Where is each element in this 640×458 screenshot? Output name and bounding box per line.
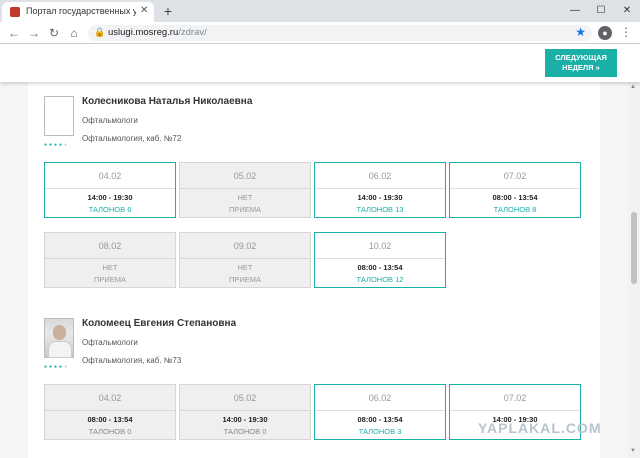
slot-tickets: ТАЛОНОВ 13 xyxy=(356,205,404,214)
doctor-photo xyxy=(44,318,74,358)
slot-time: 14:00 - 19:30 xyxy=(222,415,268,424)
new-tab-button[interactable]: + xyxy=(160,3,176,19)
rating-stars-icon: ●●●●● xyxy=(44,142,70,148)
watermark: YAPLAKAL.COM xyxy=(478,420,602,436)
bookmark-star-icon[interactable]: ★ xyxy=(575,25,586,39)
doctor-specialty: Офтальмологи xyxy=(82,116,138,125)
browser-menu-icon[interactable]: ⋮ xyxy=(620,25,632,39)
profile-avatar-icon[interactable]: ● xyxy=(598,26,612,40)
slot-no-reception: НЕТ xyxy=(102,263,118,272)
slot-date: 06.02 xyxy=(315,385,445,411)
slot-tickets: ТАЛОНОВ 12 xyxy=(356,275,404,284)
slot-tickets: ТАЛОНОВ 3 xyxy=(358,427,402,436)
slot-date: 07.02 xyxy=(450,163,580,189)
page-background: Колесникова Наталья Николаевна Офтальмол… xyxy=(0,82,628,458)
doctor-name[interactable]: Коломеец Евгения Степановна xyxy=(82,318,236,329)
home-icon[interactable]: ⌂ xyxy=(66,25,82,41)
slot-d1-0602[interactable]: 06.02 14:00 - 19:30 ТАЛОНОВ 13 xyxy=(314,162,446,218)
slot-no-reception: ПРИЕМА xyxy=(228,205,262,214)
back-icon[interactable]: ← xyxy=(6,25,22,41)
scroll-up-icon[interactable]: ▲ xyxy=(630,84,636,90)
address-bar: ← → ↻ ⌂ 🔒 uslugi.mosreg.ru/zdrav/ ★ ● ⋮ xyxy=(0,22,640,44)
tab-bar: Портал государственных услуг ✕ + — ☐ ✕ xyxy=(0,0,640,22)
slot-tickets: ТАЛОНОВ 6 xyxy=(88,205,132,214)
browser-tab[interactable]: Портал государственных услуг ✕ xyxy=(2,2,154,22)
slot-tickets: ТАЛОНОВ 0 xyxy=(223,427,267,436)
slot-d1-0902: 09.02 НЕТ ПРИЕМА xyxy=(179,232,311,288)
slot-no-reception: НЕТ xyxy=(237,263,253,272)
slot-date: 05.02 xyxy=(180,163,310,189)
slot-d1-1002[interactable]: 10.02 08:00 - 13:54 ТАЛОНОВ 12 xyxy=(314,232,446,288)
doctor-room: Офтальмология, каб. №72 xyxy=(82,134,182,143)
next-week-button[interactable]: СЛЕДУЮЩАЯ НЕДЕЛЯ » xyxy=(545,49,617,77)
scroll-down-icon[interactable]: ▼ xyxy=(630,448,636,454)
site-favicon-icon xyxy=(10,7,20,17)
url-path: /zdrav/ xyxy=(178,27,207,38)
minimize-button[interactable]: — xyxy=(562,0,588,22)
slot-date: 08.02 xyxy=(45,233,175,259)
reload-icon[interactable]: ↻ xyxy=(46,25,62,41)
page-scrollbar[interactable]: ▲ ▼ xyxy=(628,44,640,458)
slot-time: 08:00 - 13:54 xyxy=(357,263,403,272)
slot-d1-0402[interactable]: 04.02 14:00 - 19:30 ТАЛОНОВ 6 xyxy=(44,162,176,218)
scroll-thumb[interactable] xyxy=(631,212,637,284)
doctor-room: Офтальмология, каб. №73 xyxy=(82,356,182,365)
slot-time: 14:00 - 19:30 xyxy=(357,193,403,202)
forward-icon[interactable]: → xyxy=(26,25,42,41)
maximize-button[interactable]: ☐ xyxy=(588,0,614,22)
slot-date: 10.02 xyxy=(315,233,445,259)
slot-d2-0402: 04.02 08:00 - 13:54 ТАЛОНОВ 0 xyxy=(44,384,176,440)
photo-coat xyxy=(48,341,72,358)
slot-tickets: ТАЛОНОВ 0 xyxy=(88,427,132,436)
slot-date: 05.02 xyxy=(180,385,310,411)
slot-date: 09.02 xyxy=(180,233,310,259)
url-host: uslugi.mosreg.ru xyxy=(108,27,179,38)
slot-d1-0802: 08.02 НЕТ ПРИЕМА xyxy=(44,232,176,288)
slot-time: 14:00 - 19:30 xyxy=(87,193,133,202)
doctor-specialty: Офтальмологи xyxy=(82,338,138,347)
slot-date: 04.02 xyxy=(45,385,175,411)
slot-no-reception: ПРИЕМА xyxy=(93,275,127,284)
lock-icon: 🔒 xyxy=(94,27,106,37)
next-week-label-2: НЕДЕЛЯ » xyxy=(562,63,600,72)
photo-face xyxy=(53,325,66,340)
slot-date: 06.02 xyxy=(315,163,445,189)
slot-time: 08:00 - 13:54 xyxy=(87,415,133,424)
slot-no-reception: ПРИЕМА xyxy=(228,275,262,284)
schedule-header: СЛЕДУЮЩАЯ НЕДЕЛЯ » xyxy=(0,44,640,82)
slot-time: 08:00 - 13:54 xyxy=(357,415,403,424)
window-controls: — ☐ ✕ xyxy=(562,0,640,22)
next-week-label-1: СЛЕДУЮЩАЯ xyxy=(555,53,607,62)
tab-close-icon[interactable]: ✕ xyxy=(140,5,148,17)
slot-d2-0502: 05.02 14:00 - 19:30 ТАЛОНОВ 0 xyxy=(179,384,311,440)
slot-date: 04.02 xyxy=(45,163,175,189)
url-input[interactable]: 🔒 uslugi.mosreg.ru/zdrav/ ★ xyxy=(88,25,592,41)
slot-date: 07.02 xyxy=(450,385,580,411)
slot-d1-0702[interactable]: 07.02 08:00 - 13:54 ТАЛОНОВ 8 xyxy=(449,162,581,218)
tab-title: Портал государственных услуг xyxy=(26,6,136,16)
slot-d2-0602[interactable]: 06.02 08:00 - 13:54 ТАЛОНОВ 3 xyxy=(314,384,446,440)
doctor-name[interactable]: Колесникова Наталья Николаевна xyxy=(82,96,252,107)
slot-no-reception: НЕТ xyxy=(237,193,253,202)
close-window-button[interactable]: ✕ xyxy=(614,0,640,22)
schedule-card: Колесникова Наталья Николаевна Офтальмол… xyxy=(28,82,600,458)
rating-stars-icon: ●●●●● xyxy=(44,364,70,370)
slot-d1-0502: 05.02 НЕТ ПРИЕМА xyxy=(179,162,311,218)
doctor-photo-placeholder xyxy=(44,96,74,136)
slot-tickets: ТАЛОНОВ 8 xyxy=(493,205,537,214)
slot-time: 08:00 - 13:54 xyxy=(492,193,538,202)
